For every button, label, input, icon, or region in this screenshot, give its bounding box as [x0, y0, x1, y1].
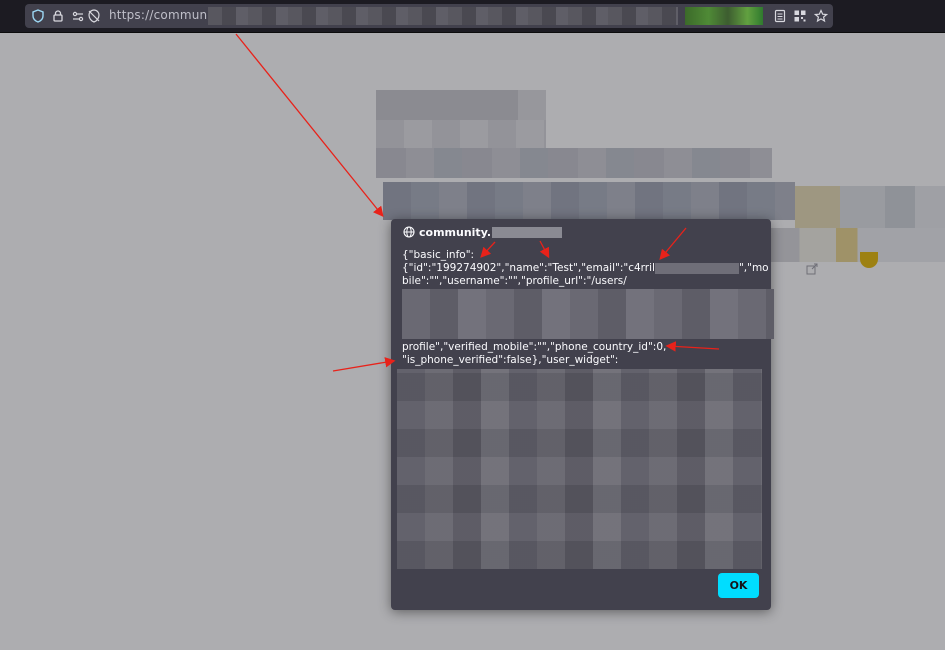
- origin-label: community.: [419, 225, 492, 239]
- bookmark-star-icon[interactable]: [814, 9, 828, 23]
- permissions-icon[interactable]: [71, 9, 85, 23]
- redacted-message-block-large: [397, 369, 762, 569]
- reader-view-icon[interactable]: [773, 9, 787, 23]
- dialog-message: {"basic_info": {"id":"199274902","name":…: [402, 249, 769, 288]
- redacted-email: [654, 262, 739, 274]
- message-line: bile":"","username":"","profile_url":"/u…: [402, 275, 627, 287]
- url-text[interactable]: https://community: [109, 8, 223, 22]
- message-line-email: {"id":"199274902","name":"Test","email":…: [402, 262, 769, 275]
- redacted-message-block: [402, 289, 774, 339]
- ok-button[interactable]: OK: [718, 573, 759, 598]
- message-line: {"id":"199274902","name":"Test","email":…: [402, 262, 655, 274]
- tracking-icon[interactable]: [87, 9, 101, 23]
- alert-dialog: community. {"basic_info": {"id":"1992749…: [391, 219, 774, 610]
- dialog-origin: community.: [403, 224, 563, 240]
- shield-icon[interactable]: [31, 9, 45, 23]
- qr-code-icon[interactable]: [793, 9, 807, 23]
- redacted-url: [208, 7, 678, 25]
- globe-icon: [403, 226, 415, 238]
- message-line: ","mo: [738, 262, 769, 274]
- redacted-url-tail: [685, 7, 763, 25]
- address-bar[interactable]: https://community: [25, 4, 833, 28]
- redacted-origin: [492, 226, 563, 238]
- dialog-message-cont: profile","verified_mobile":"","phone_cou…: [402, 341, 762, 367]
- message-line: {"basic_info":: [402, 249, 475, 261]
- browser-toolbar: https://community: [0, 0, 945, 33]
- message-line: profile","verified_mobile":"","phone_cou…: [402, 341, 667, 353]
- message-line: "is_phone_verified":false},"user_widget"…: [402, 354, 619, 366]
- lock-icon[interactable]: [51, 9, 65, 23]
